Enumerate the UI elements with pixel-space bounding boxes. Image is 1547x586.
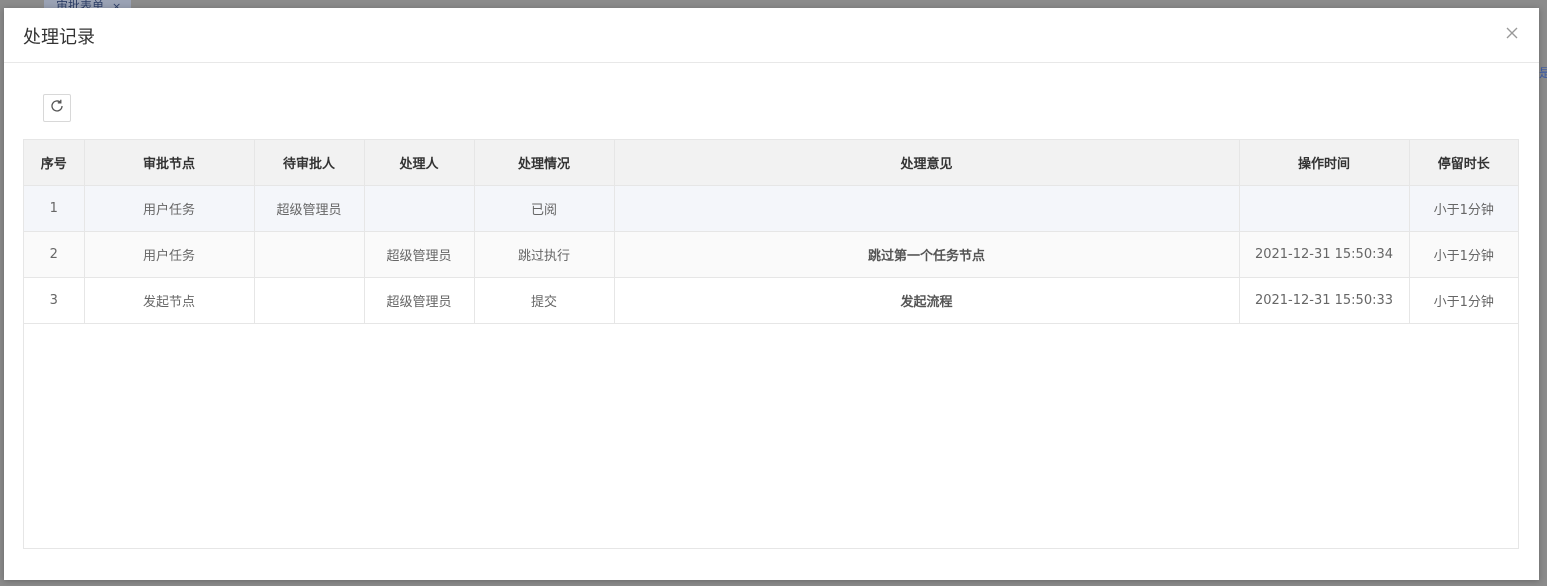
cell-time: 2021-12-31 15:50:33 bbox=[1239, 277, 1410, 324]
records-table: 序号 审批节点 待审批人 处理人 处理情况 处理意见 操作时间 停留时长 1 用… bbox=[23, 139, 1519, 549]
cell-pending-approver bbox=[254, 231, 365, 278]
cell-node: 用户任务 bbox=[84, 231, 255, 278]
dialog-title: 处理记录 bbox=[23, 27, 95, 48]
cell-handler bbox=[364, 185, 475, 232]
column-header-node[interactable]: 审批节点 bbox=[84, 140, 255, 186]
cell-pending-approver: 超级管理员 bbox=[254, 185, 365, 232]
table-header-row: 序号 审批节点 待审批人 处理人 处理情况 处理意见 操作时间 停留时长 bbox=[24, 140, 1518, 186]
column-header-opinion[interactable]: 处理意见 bbox=[614, 140, 1240, 186]
column-header-pending-approver[interactable]: 待审批人 bbox=[254, 140, 365, 186]
table-row[interactable]: 2 用户任务 超级管理员 跳过执行 跳过第一个任务节点 2021-12-31 1… bbox=[24, 231, 1518, 278]
cell-duration: 小于1分钟 bbox=[1409, 231, 1518, 278]
cell-index: 3 bbox=[24, 277, 85, 324]
refresh-button[interactable] bbox=[43, 94, 71, 122]
refresh-icon bbox=[49, 98, 65, 118]
background-side-link[interactable]: 是 bbox=[1539, 64, 1547, 81]
cell-node: 发起节点 bbox=[84, 277, 255, 324]
cell-time: 2021-12-31 15:50:34 bbox=[1239, 231, 1410, 278]
cell-opinion: 发起流程 bbox=[614, 277, 1240, 324]
column-header-handler[interactable]: 处理人 bbox=[364, 140, 475, 186]
column-header-index[interactable]: 序号 bbox=[24, 140, 85, 186]
cell-duration: 小于1分钟 bbox=[1409, 277, 1518, 324]
dialog-header: 处理记录 bbox=[4, 8, 1539, 63]
cell-opinion: 跳过第一个任务节点 bbox=[614, 231, 1240, 278]
table-row[interactable]: 3 发起节点 超级管理员 提交 发起流程 2021-12-31 15:50:33… bbox=[24, 277, 1518, 324]
close-icon[interactable] bbox=[1505, 26, 1519, 40]
table-toolbar bbox=[43, 94, 71, 122]
cell-node: 用户任务 bbox=[84, 185, 255, 232]
column-header-duration[interactable]: 停留时长 bbox=[1409, 140, 1518, 186]
column-header-status[interactable]: 处理情况 bbox=[474, 140, 615, 186]
cell-duration: 小于1分钟 bbox=[1409, 185, 1518, 232]
cell-time bbox=[1239, 185, 1410, 232]
column-header-time[interactable]: 操作时间 bbox=[1239, 140, 1410, 186]
processing-record-dialog: 处理记录 序号 审批节点 待审批人 处理人 处理情况 处理意见 操作时间 停留时… bbox=[4, 8, 1539, 580]
cell-opinion bbox=[614, 185, 1240, 232]
cell-status: 已阅 bbox=[474, 185, 615, 232]
cell-status: 提交 bbox=[474, 277, 615, 324]
cell-handler: 超级管理员 bbox=[364, 231, 475, 278]
cell-index: 1 bbox=[24, 185, 85, 232]
cell-status: 跳过执行 bbox=[474, 231, 615, 278]
cell-handler: 超级管理员 bbox=[364, 277, 475, 324]
cell-pending-approver bbox=[254, 277, 365, 324]
table-row[interactable]: 1 用户任务 超级管理员 已阅 小于1分钟 bbox=[24, 185, 1518, 232]
cell-index: 2 bbox=[24, 231, 85, 278]
